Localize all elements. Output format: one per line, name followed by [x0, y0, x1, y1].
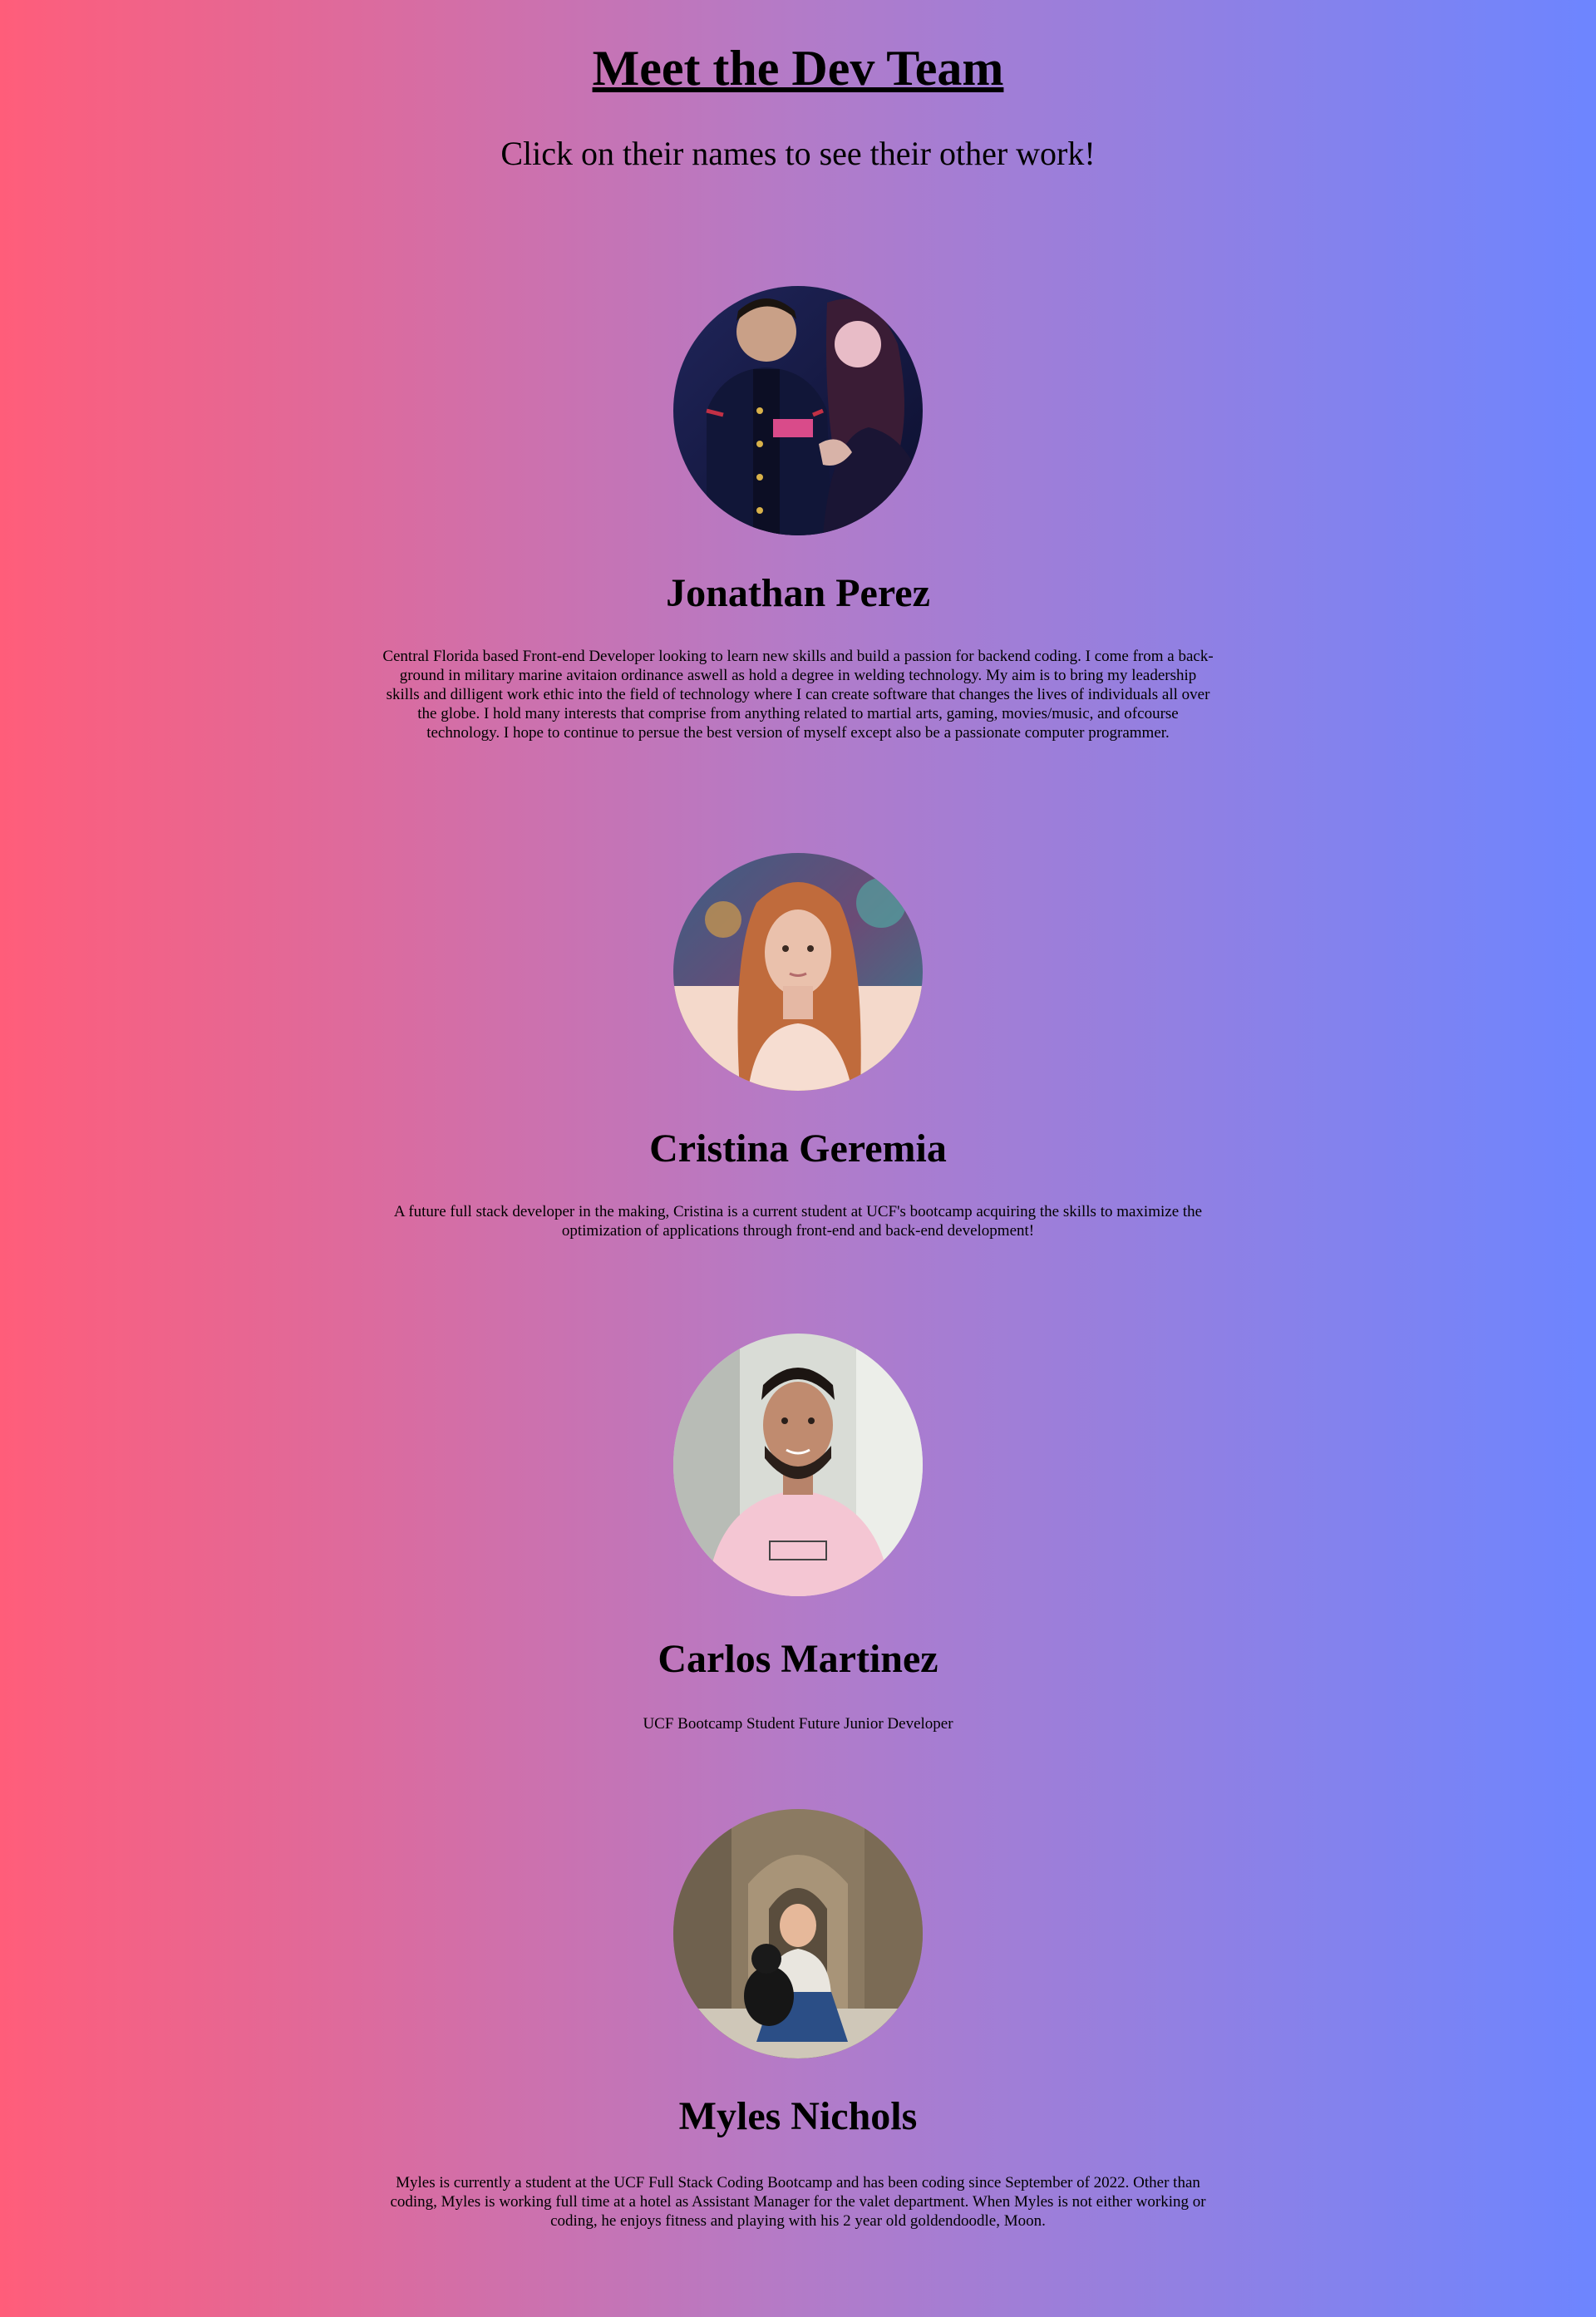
member-card-carlos: Carlos Martinez UCF Bootcamp Student Fut…	[0, 1334, 1596, 1733]
member-card-myles: Myles Nichols Myles is currently a stude…	[0, 1809, 1596, 2231]
member-card-cristina: Cristina Geremia A future full stack dev…	[0, 853, 1596, 1240]
member-bio: A future full stack developer in the mak…	[393, 1203, 1203, 1240]
avatar-photo	[673, 1809, 923, 2058]
page-title: Meet the Dev Team	[592, 41, 1004, 96]
avatar-photo	[673, 853, 923, 1091]
member-bio: Myles is currently a student at the UCF …	[390, 2174, 1206, 2230]
member-card-jonathan: Jonathan Perez Central Florida based Fro…	[0, 286, 1596, 742]
member-name-link[interactable]: Myles Nichols	[679, 2092, 918, 2142]
member-bio: UCF Bootcamp Student Future Junior Devel…	[643, 1715, 953, 1733]
member-name-link[interactable]: Jonathan Perez	[666, 569, 930, 619]
avatar-photo	[673, 1334, 923, 1596]
member-bio: Central Florida based Front-end Develope…	[382, 648, 1214, 742]
member-name-link[interactable]: Carlos Martinez	[658, 1634, 938, 1684]
member-name-link[interactable]: Cristina Geremia	[649, 1124, 947, 1174]
avatar-photo	[673, 286, 923, 535]
page-subtitle: Click on their names to see their other …	[500, 135, 1096, 172]
